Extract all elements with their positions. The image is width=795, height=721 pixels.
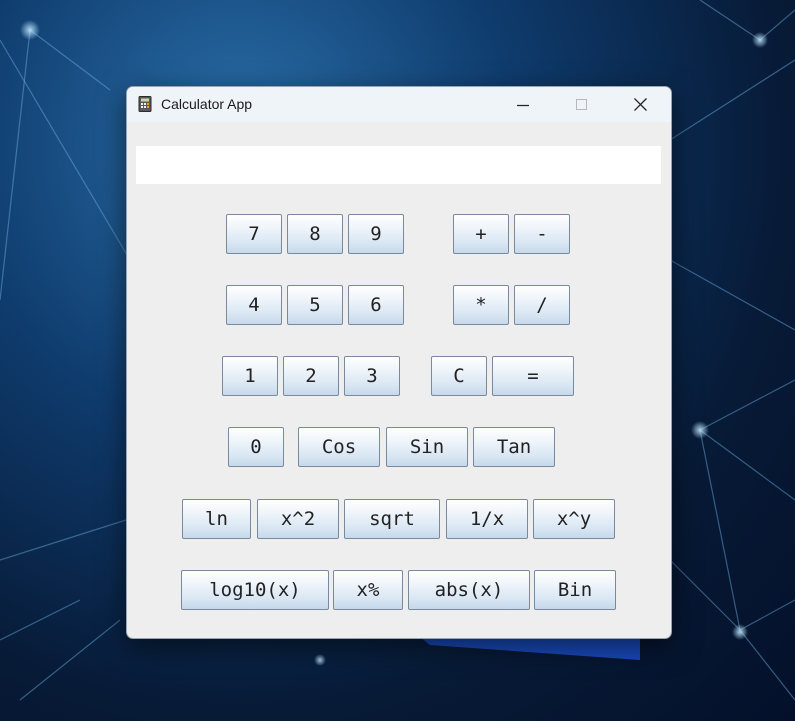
cos-button[interactable]: Cos [298,427,380,467]
digit-9-button[interactable]: 9 [348,214,404,254]
digit-8-button[interactable]: 8 [287,214,343,254]
title-bar[interactable]: Calculator App [127,87,671,122]
maximize-button[interactable] [559,87,605,122]
equals-button[interactable]: = [492,356,574,396]
calculator-icon [137,96,153,112]
divide-button[interactable]: / [514,285,570,325]
calculator-window: Calculator App 7 8 9 + - 4 5 6 * / 1 2 3… [126,86,672,639]
minimize-icon [517,99,529,111]
minimize-button[interactable] [500,87,546,122]
bin-button[interactable]: Bin [534,570,616,610]
digit-1-button[interactable]: 1 [222,356,278,396]
digit-6-button[interactable]: 6 [348,285,404,325]
digit-0-button[interactable]: 0 [228,427,284,467]
digit-4-button[interactable]: 4 [226,285,282,325]
close-button[interactable] [617,87,663,122]
subtract-button[interactable]: - [514,214,570,254]
add-button[interactable]: + [453,214,509,254]
digit-5-button[interactable]: 5 [287,285,343,325]
window-title: Calculator App [161,96,253,112]
ln-button[interactable]: ln [182,499,251,539]
abs-button[interactable]: abs(x) [408,570,530,610]
close-icon [633,98,647,111]
square-button[interactable]: x^2 [257,499,339,539]
digit-2-button[interactable]: 2 [283,356,339,396]
digit-3-button[interactable]: 3 [344,356,400,396]
digit-7-button[interactable]: 7 [226,214,282,254]
percent-button[interactable]: x% [333,570,403,610]
log10-button[interactable]: log10(x) [181,570,329,610]
tan-button[interactable]: Tan [473,427,555,467]
reciprocal-button[interactable]: 1/x [446,499,528,539]
maximize-icon [576,98,588,111]
multiply-button[interactable]: * [453,285,509,325]
power-button[interactable]: x^y [533,499,615,539]
clear-button[interactable]: C [431,356,487,396]
sqrt-button[interactable]: sqrt [344,499,440,539]
sin-button[interactable]: Sin [386,427,468,467]
calculator-display[interactable] [136,146,661,184]
